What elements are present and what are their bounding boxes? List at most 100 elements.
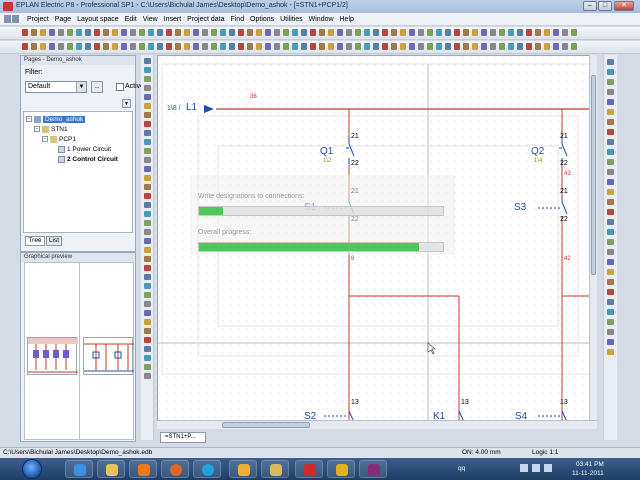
toolbar-icon[interactable] <box>76 29 82 36</box>
tool-icon[interactable] <box>143 148 151 154</box>
toolbar-icon[interactable] <box>319 43 325 50</box>
symbols-toolbar-icons[interactable] <box>22 43 632 52</box>
toolbar-icon[interactable] <box>31 29 37 36</box>
clock-time[interactable]: 03:41 PM <box>576 461 604 468</box>
horizontal-scrollbar[interactable] <box>157 420 597 429</box>
tool-icon[interactable] <box>607 169 614 175</box>
toolbar-icon[interactable] <box>220 43 226 50</box>
toolbar-icon[interactable] <box>472 43 478 50</box>
chevron-down-icon[interactable]: ▼ <box>76 82 86 92</box>
tool-icon[interactable] <box>607 279 614 285</box>
toolbar-icon[interactable] <box>175 29 181 36</box>
toolbar-icon[interactable] <box>157 43 163 50</box>
toolbar-icon[interactable] <box>265 29 271 36</box>
toolbar-icon[interactable] <box>472 29 478 36</box>
toolbar-icon[interactable] <box>94 43 100 50</box>
toolbar-icon[interactable] <box>544 29 550 36</box>
toolbar-icon[interactable] <box>274 29 280 36</box>
tool-icon[interactable] <box>143 58 151 64</box>
tool-icon[interactable] <box>607 99 614 105</box>
toolbar-icon[interactable] <box>427 29 433 36</box>
tool-icon[interactable] <box>143 94 151 100</box>
toolbar-icon[interactable] <box>103 43 109 50</box>
tab-tree[interactable]: Tree <box>25 236 45 246</box>
toolbar-icon[interactable] <box>292 29 298 36</box>
tool-icon[interactable] <box>143 85 151 91</box>
toolbar-icon[interactable] <box>454 43 460 50</box>
tool-icon[interactable] <box>607 189 614 195</box>
toolbar-icon[interactable] <box>526 43 532 50</box>
toolbar-icon[interactable] <box>562 43 568 50</box>
tool-icon[interactable] <box>607 289 614 295</box>
toolbar-icon[interactable] <box>274 43 280 50</box>
toolbar-icon[interactable] <box>139 43 145 50</box>
tool-icon[interactable] <box>143 67 151 73</box>
toolbar-icon[interactable] <box>355 29 361 36</box>
toolbar-icon[interactable] <box>400 29 406 36</box>
toolbar-icon[interactable] <box>490 43 496 50</box>
taskbar-firefox-button[interactable] <box>161 460 189 478</box>
toolbar-icon[interactable] <box>130 29 136 36</box>
toolbar-icon[interactable] <box>202 29 208 36</box>
toolbar-icon[interactable] <box>31 43 37 50</box>
toolbar-icon[interactable] <box>436 29 442 36</box>
tool-icon[interactable] <box>607 199 614 205</box>
tree-item-power-circuit[interactable]: 1 Power Circuit <box>58 145 111 154</box>
menu-view[interactable]: View <box>141 13 160 26</box>
tool-icon[interactable] <box>607 309 614 315</box>
toolbar-icon[interactable] <box>364 43 370 50</box>
page-tab[interactable]: =STN1+P... <box>160 432 206 443</box>
menu-help[interactable]: Help <box>338 13 356 26</box>
tool-icon[interactable] <box>607 89 614 95</box>
toolbar-icon[interactable] <box>409 29 415 36</box>
preview-thumbnail-power[interactable] <box>27 337 78 375</box>
vertical-scrollbar[interactable] <box>589 55 597 420</box>
tool-icon[interactable] <box>607 229 614 235</box>
toolbar-icon[interactable] <box>508 29 514 36</box>
toolbar-icon[interactable] <box>157 29 163 36</box>
tray-icon[interactable] <box>520 464 528 472</box>
menu-layout-space[interactable]: Layout space <box>75 13 121 26</box>
taskbar-messenger-button[interactable] <box>229 460 257 478</box>
tool-icon[interactable] <box>143 247 151 253</box>
menu-window[interactable]: Window <box>307 13 336 26</box>
toolbar-icon[interactable] <box>517 43 523 50</box>
toolbar-icon[interactable] <box>238 29 244 36</box>
toolbar-icon[interactable] <box>535 29 541 36</box>
toolbar-icon[interactable] <box>553 29 559 36</box>
tool-icon[interactable] <box>143 193 151 199</box>
toolbar-icon[interactable] <box>184 43 190 50</box>
tool-icon[interactable] <box>143 139 151 145</box>
toolbar-icon[interactable] <box>301 29 307 36</box>
toolbar-icon[interactable] <box>571 29 577 36</box>
menu-edit[interactable]: Edit <box>123 13 139 26</box>
taskbar-skype-button[interactable] <box>193 460 221 478</box>
tool-icon[interactable] <box>143 346 151 352</box>
filter-more-button[interactable]: ... <box>91 81 103 93</box>
toolbar-icon[interactable] <box>193 43 199 50</box>
toolbar-icon[interactable] <box>58 43 64 50</box>
toolbar-icon[interactable] <box>103 29 109 36</box>
toolbar-icon[interactable] <box>166 43 172 50</box>
q2-designation[interactable]: Q2 <box>531 146 544 157</box>
vertical-scroll-thumb[interactable] <box>591 75 596 275</box>
tool-icon[interactable] <box>607 149 614 155</box>
toolbar-icon[interactable] <box>382 29 388 36</box>
tool-icon[interactable] <box>143 283 151 289</box>
tool-icon[interactable] <box>143 355 151 361</box>
tool-icon[interactable] <box>607 329 614 335</box>
tool-icon[interactable] <box>607 159 614 165</box>
toolbar-icon[interactable] <box>337 43 343 50</box>
insert-tools-toolbar[interactable] <box>141 55 154 440</box>
toolbar-icon[interactable] <box>328 43 334 50</box>
taskbar-app-button[interactable] <box>261 460 289 478</box>
tool-icon[interactable] <box>607 219 614 225</box>
menu-project-data[interactable]: Project data <box>185 13 226 26</box>
toolbar-icon[interactable] <box>337 29 343 36</box>
toolbar-icon[interactable] <box>49 29 55 36</box>
active-checkbox[interactable] <box>116 83 124 91</box>
toolbar-icon[interactable] <box>445 43 451 50</box>
toolbar-icon[interactable] <box>418 43 424 50</box>
tool-icon[interactable] <box>607 249 614 255</box>
toolbar-icon[interactable] <box>526 29 532 36</box>
